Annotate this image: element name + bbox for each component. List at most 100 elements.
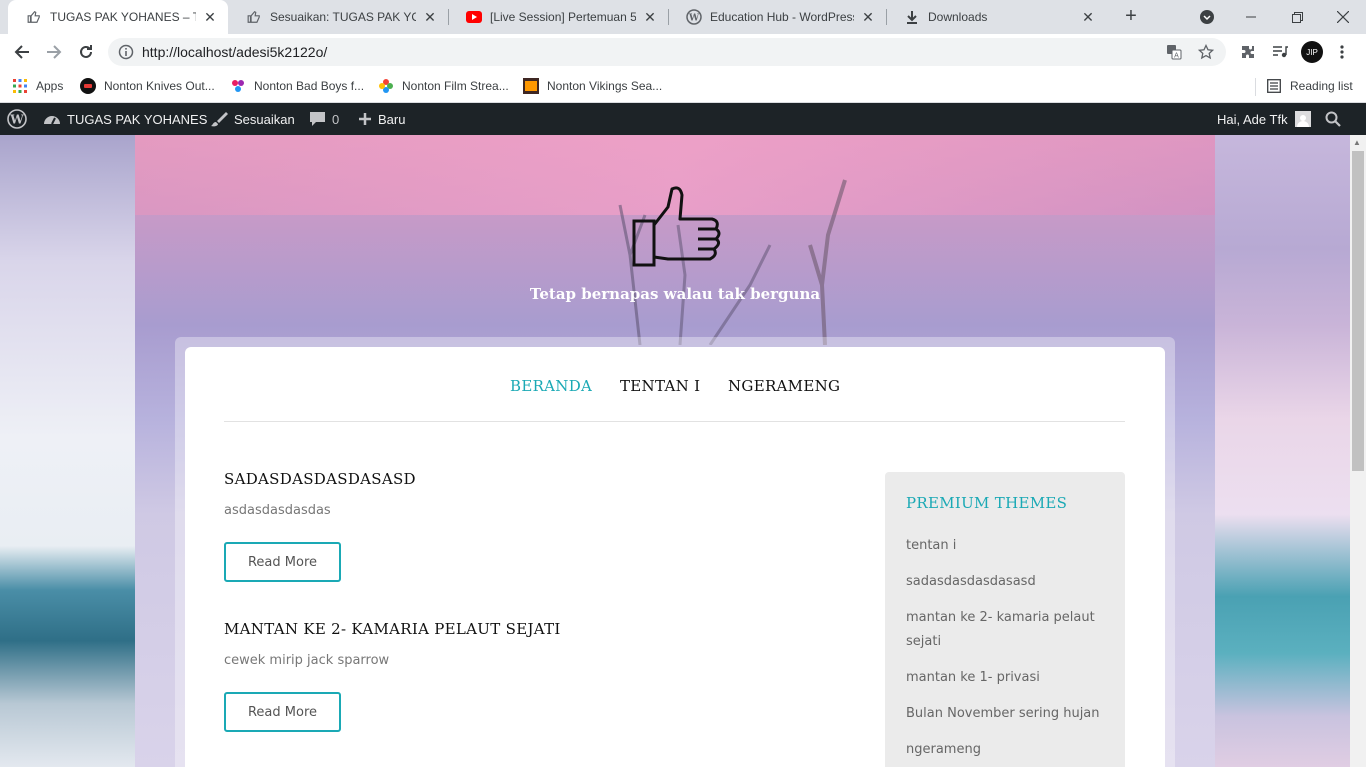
minimize-icon xyxy=(1246,16,1256,18)
tab-title: [Live Session] Pertemuan 5 SI xyxy=(490,10,636,24)
post-title[interactable]: SADASDASDASDASASD xyxy=(224,470,824,488)
read-more-button[interactable]: Read More xyxy=(224,692,341,732)
post-title[interactable]: MANTAN KE 2- KAMARIA PELAUT SEJATI xyxy=(224,620,824,638)
widget-link[interactable]: mantan ke 1- privasi xyxy=(906,666,1106,690)
content-card: BERANDA TENTAN I NGERAMENG SADASDASDASDA… xyxy=(185,347,1165,767)
tab-downloads[interactable]: Downloads ✕ xyxy=(886,0,1106,34)
tab-education-hub[interactable]: W Education Hub - WordPress t ✕ xyxy=(668,0,886,34)
restore-button[interactable] xyxy=(1274,0,1320,34)
bookmark-label: Nonton Knives Out... xyxy=(104,79,215,93)
paintbrush-icon xyxy=(210,111,228,127)
bookmarks-bar: Apps Nonton Knives Out... Nonton Bad Boy… xyxy=(0,70,1366,103)
scrollbar-thumb[interactable] xyxy=(1352,151,1364,471)
bookmark-film-strea[interactable]: Nonton Film Strea... xyxy=(378,77,509,95)
close-icon[interactable]: ✕ xyxy=(860,9,876,26)
post-excerpt: asdasdasdasdas xyxy=(224,503,331,518)
user-avatar-icon xyxy=(1294,111,1311,127)
youtube-icon xyxy=(466,9,482,25)
new-content-menu[interactable]: Baru xyxy=(358,103,405,135)
tab-customize[interactable]: Sesuaikan: TUGAS PAK YOHA ✕ xyxy=(228,0,448,34)
widget-link[interactable]: ngerameng xyxy=(906,738,1106,762)
thumbs-up-icon xyxy=(632,186,721,267)
site-name: TUGAS PAK YOHANES xyxy=(67,111,208,127)
bookmark-vikings[interactable]: Nonton Vikings Sea... xyxy=(523,77,662,95)
nav-item-tentan-i[interactable]: TENTAN I xyxy=(620,377,700,395)
my-account-menu[interactable]: Hai, Ade Tfk xyxy=(1217,103,1311,135)
new-tab-button[interactable]: + xyxy=(1119,5,1143,29)
colorful-flower-icon xyxy=(378,78,394,94)
thumbs-up-icon xyxy=(26,9,42,25)
browser-toolbar: http://localhost/adesi5k2122o/ A JIP xyxy=(0,34,1366,70)
customize-menu[interactable]: Sesuaikan xyxy=(210,103,295,135)
nav-divider xyxy=(224,421,1125,422)
tab-live-session[interactable]: [Live Session] Pertemuan 5 SI ✕ xyxy=(448,0,668,34)
back-button[interactable] xyxy=(8,38,36,66)
bookmark-label: Nonton Vikings Sea... xyxy=(547,79,663,93)
wp-logo-menu[interactable]: W xyxy=(7,103,27,135)
widget-link[interactable]: tentan i xyxy=(906,534,1106,558)
translate-icon[interactable]: A xyxy=(1166,44,1182,65)
site-tagline: Tetap bernapas walau tak berguna xyxy=(529,285,821,303)
close-window-button[interactable] xyxy=(1320,0,1366,34)
comments-count: 0 xyxy=(332,111,340,127)
extensions-icon[interactable] xyxy=(1238,42,1258,62)
widget-link[interactable]: Bulan November sering hujan xyxy=(906,702,1106,726)
profile-avatar[interactable]: JIP xyxy=(1301,41,1323,63)
scroll-up-icon[interactable]: ▲ xyxy=(1353,138,1361,147)
tab-search-button[interactable] xyxy=(1184,0,1230,34)
colorful-star-icon xyxy=(230,78,246,94)
media-control-icon[interactable] xyxy=(1270,42,1290,62)
bookmark-star-icon[interactable] xyxy=(1197,43,1215,65)
widget-link[interactable]: sadasdasdasdasasd xyxy=(906,570,1106,594)
thumbs-up-icon xyxy=(246,9,262,25)
minimize-button[interactable] xyxy=(1228,0,1274,34)
bookmark-bad-boys[interactable]: Nonton Bad Boys f... xyxy=(230,77,364,95)
wordpress-icon: W xyxy=(686,9,702,25)
site-name-menu[interactable]: TUGAS PAK YOHANES xyxy=(43,103,207,135)
bookmark-knives-out[interactable]: Nonton Knives Out... xyxy=(80,77,215,95)
close-icon[interactable]: ✕ xyxy=(1080,9,1096,26)
chevron-down-icon xyxy=(1200,10,1214,24)
comment-bubble-icon xyxy=(309,111,326,127)
download-icon xyxy=(904,9,920,25)
arrow-left-icon xyxy=(14,45,29,59)
post-excerpt: cewek mirip jack sparrow xyxy=(224,653,390,668)
close-icon xyxy=(1337,11,1349,23)
background-image-left xyxy=(0,135,135,767)
tab-strip: TUGAS PAK YOHANES – Tetap ✕ Sesuaikan: T… xyxy=(0,0,1366,34)
bookmark-apps[interactable]: Apps xyxy=(12,77,63,95)
customize-label: Sesuaikan xyxy=(234,111,295,127)
info-icon[interactable] xyxy=(118,44,134,65)
film-reel-icon xyxy=(523,78,539,94)
nav-item-ngerameng[interactable]: NGERAMENG xyxy=(728,377,840,395)
tab-title: Sesuaikan: TUGAS PAK YOHA xyxy=(270,10,416,24)
reading-list-button[interactable]: Reading list xyxy=(1266,77,1353,95)
comments-menu[interactable]: 0 xyxy=(309,103,339,135)
tab-title: Downloads xyxy=(928,10,988,24)
close-icon[interactable]: ✕ xyxy=(202,9,218,26)
search-icon xyxy=(1325,111,1341,127)
address-bar[interactable]: http://localhost/adesi5k2122o/ A xyxy=(108,38,1226,66)
reading-list-icon xyxy=(1266,78,1282,94)
apps-grid-icon xyxy=(12,78,28,94)
page-scrollbar[interactable]: ▲ xyxy=(1350,135,1366,767)
reload-icon xyxy=(80,45,92,58)
reload-button[interactable] xyxy=(72,38,100,66)
main-navigation: BERANDA TENTAN I NGERAMENG xyxy=(185,347,1165,421)
forward-button[interactable] xyxy=(40,38,68,66)
tab-active[interactable]: TUGAS PAK YOHANES – Tetap ✕ xyxy=(8,0,228,34)
close-icon[interactable]: ✕ xyxy=(422,9,438,26)
url-text[interactable]: http://localhost/adesi5k2122o/ xyxy=(142,44,327,60)
widget-link[interactable]: mantan ke 2- kamaria pelaut sejati xyxy=(906,606,1106,654)
sidebar-widget: PREMIUM THEMES tentan i sadasdasdasdasas… xyxy=(885,472,1125,767)
read-more-button[interactable]: Read More xyxy=(224,542,341,582)
nav-item-beranda[interactable]: BERANDA xyxy=(510,377,592,395)
film-icon xyxy=(80,78,96,94)
wordpress-icon: W xyxy=(7,109,27,129)
svg-text:W: W xyxy=(9,113,24,127)
more-menu-icon[interactable] xyxy=(1332,42,1352,62)
close-icon[interactable]: ✕ xyxy=(642,9,658,26)
site-logo[interactable] xyxy=(628,185,724,271)
reading-list-label: Reading list xyxy=(1290,79,1353,93)
admin-search-button[interactable] xyxy=(1325,103,1341,135)
